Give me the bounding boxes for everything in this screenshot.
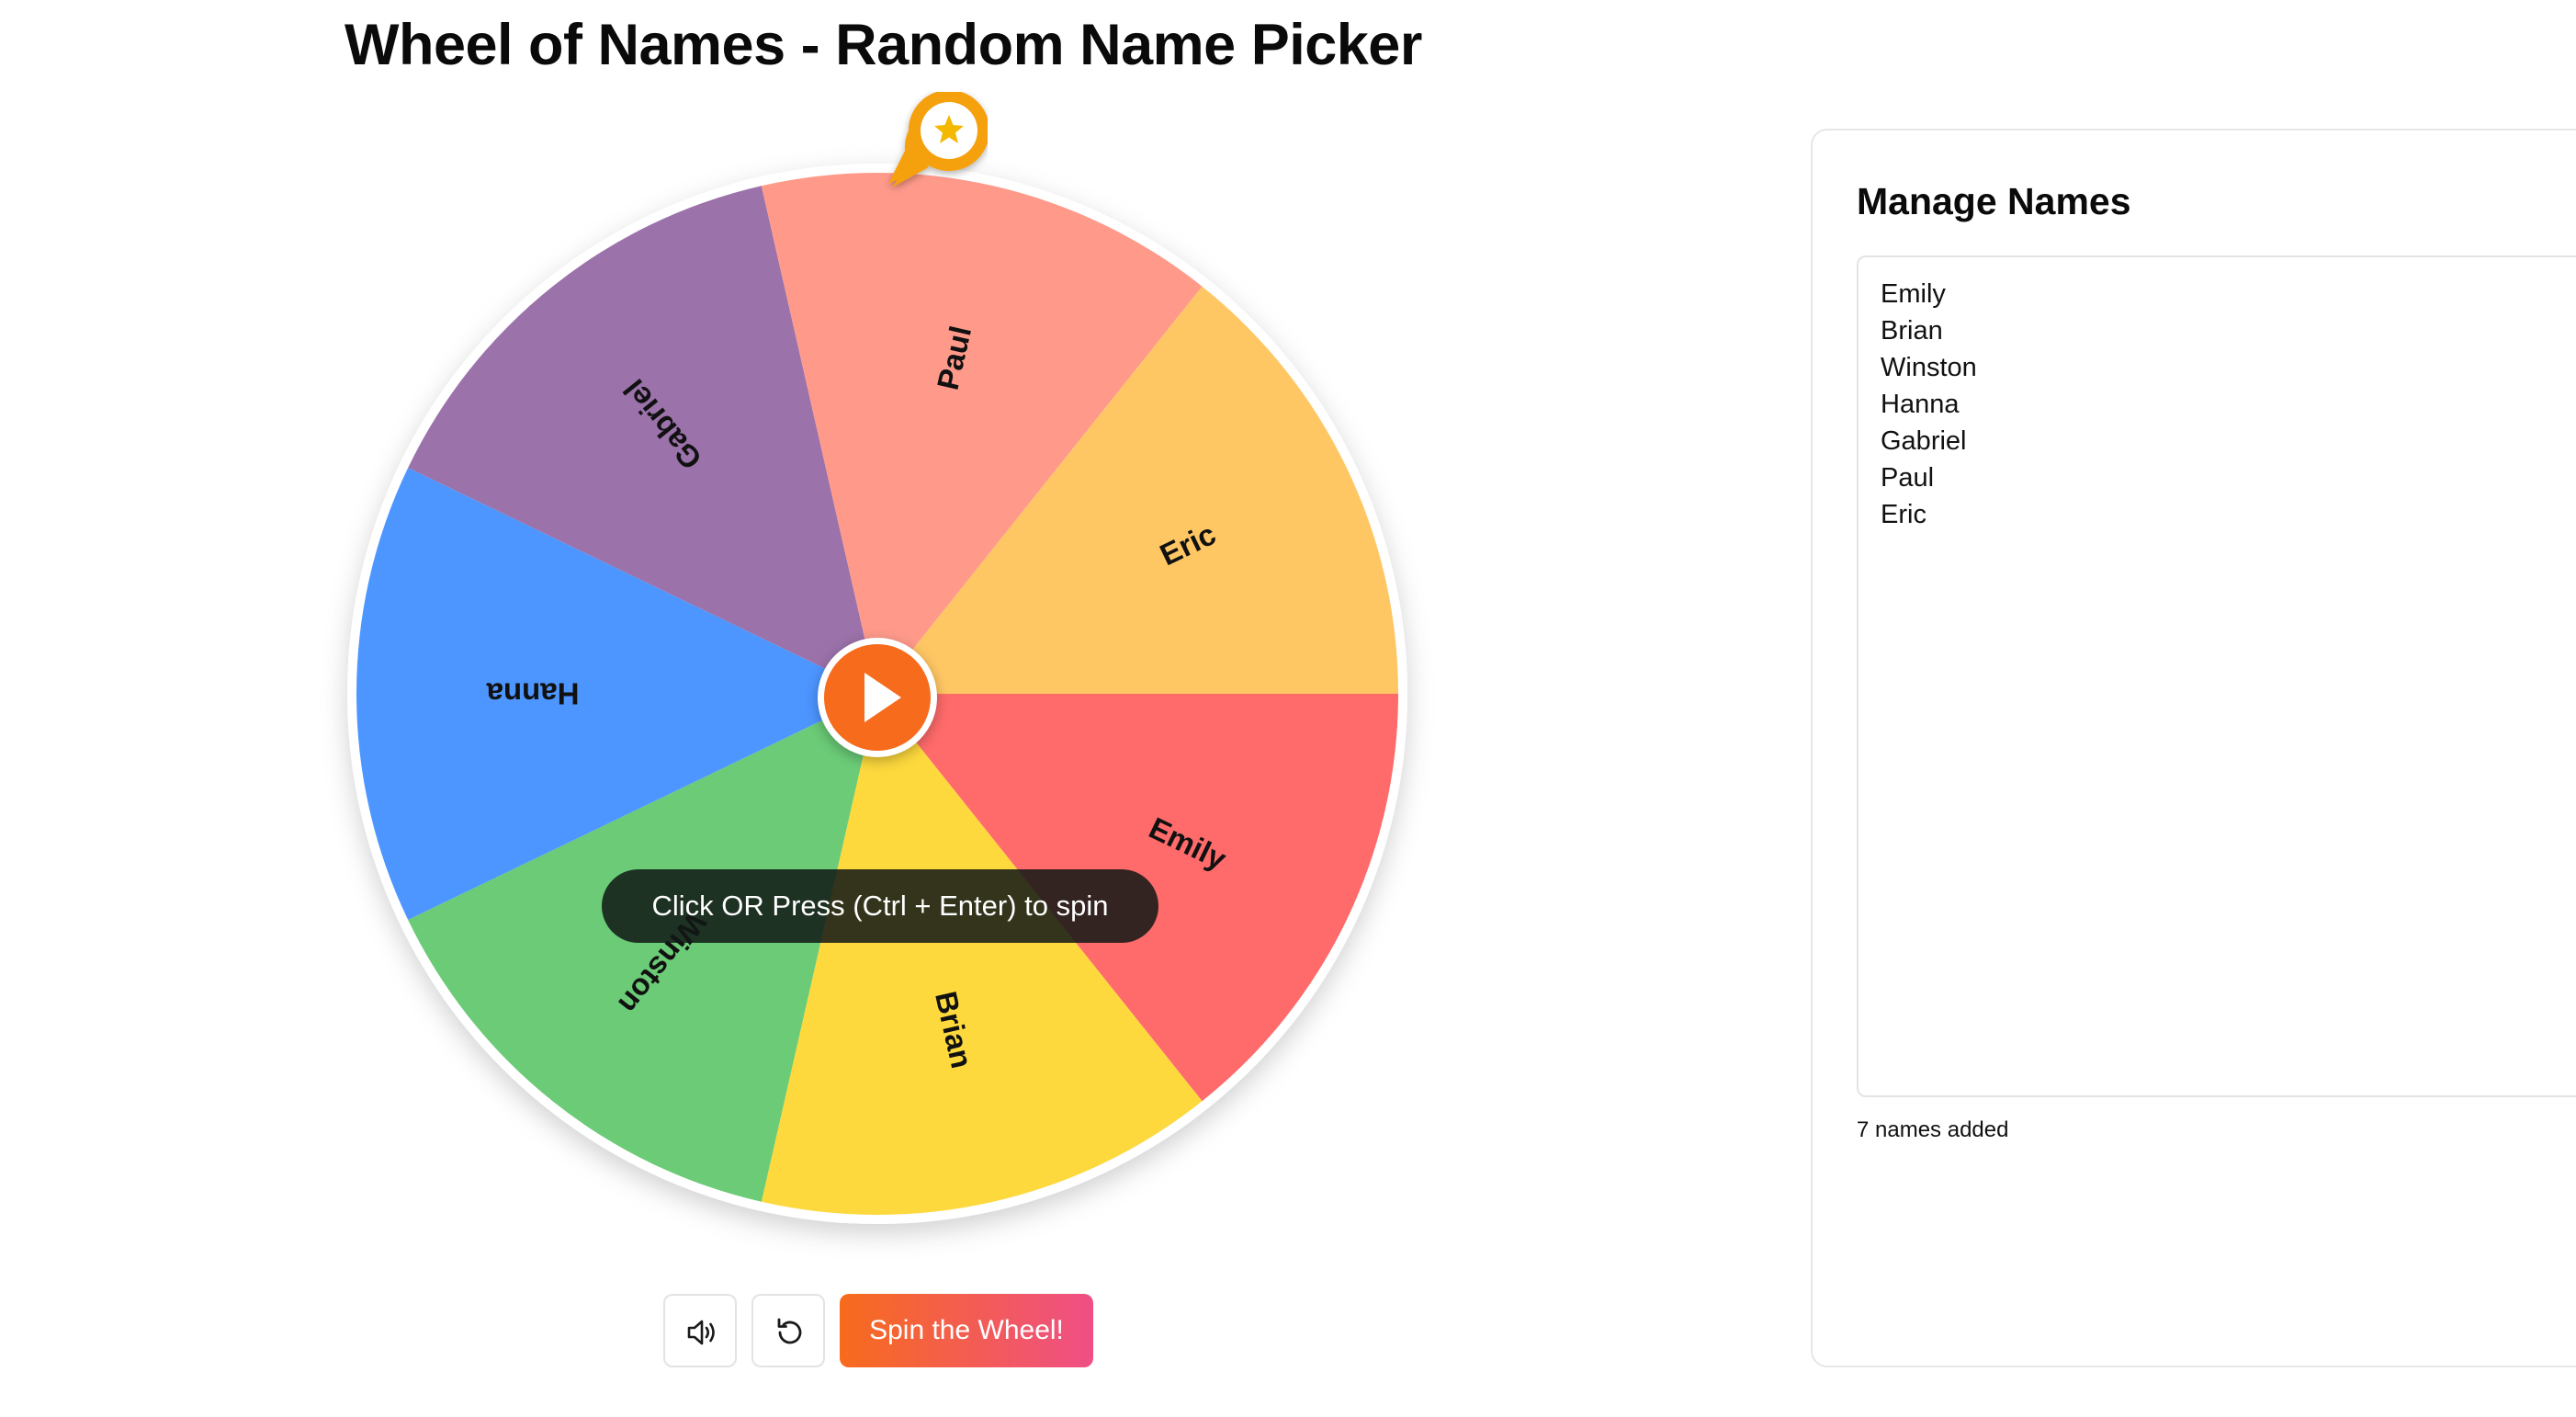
manage-names-panel: Manage Names Emily Brian Winston Hanna G… xyxy=(1811,129,2576,1367)
wheel[interactable]: Emily Brian Winston Hanna Gabriel Paul Eric Cl… xyxy=(347,164,1407,1226)
spin-tooltip: Click OR Press (Ctrl + Enter) to spin xyxy=(602,869,1158,943)
speaker-icon xyxy=(687,1320,715,1345)
play-icon xyxy=(864,673,901,722)
spin-wheel-button[interactable]: Spin the Wheel! xyxy=(840,1294,1093,1367)
name-entry[interactable]: Emily xyxy=(1881,276,2576,312)
name-entry[interactable]: Hanna xyxy=(1881,386,2576,423)
names-textarea[interactable]: Emily Brian Winston Hanna Gabriel Paul E… xyxy=(1857,255,2576,1097)
names-count: 7 names added xyxy=(1857,1117,2009,1142)
wheel-label-hanna: Hanna xyxy=(486,677,580,711)
center-spin-button[interactable] xyxy=(818,638,937,757)
reset-icon xyxy=(777,1318,802,1344)
page-title: Wheel of Names - Random Name Picker xyxy=(345,13,1422,77)
sound-button[interactable] xyxy=(663,1294,737,1367)
name-entry[interactable]: Winston xyxy=(1881,349,2576,386)
name-entry[interactable]: Paul xyxy=(1881,459,2576,496)
name-entry[interactable]: Gabriel xyxy=(1881,423,2576,459)
name-entry[interactable]: Eric xyxy=(1881,496,2576,533)
page: Wheel of Names - Random Name Picker Emil… xyxy=(0,0,2576,1417)
name-entry[interactable]: Brian xyxy=(1881,312,2576,349)
panel-title: Manage Names xyxy=(1857,180,2131,222)
reset-button[interactable] xyxy=(751,1294,825,1367)
